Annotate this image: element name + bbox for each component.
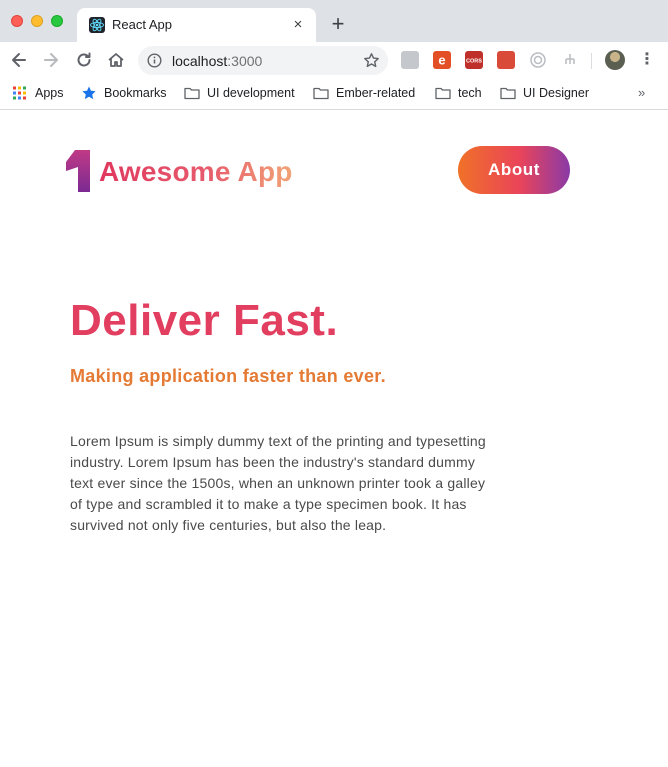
react-favicon-icon (89, 17, 105, 33)
folder-icon (184, 86, 200, 100)
apps-grid-icon (12, 86, 28, 100)
extension-tree-icon[interactable] (561, 51, 579, 69)
minimize-window-button[interactable] (31, 15, 43, 27)
forward-arrow-icon[interactable] (41, 50, 61, 70)
url-port: :3000 (227, 53, 263, 69)
bookmark-label: tech (458, 86, 482, 100)
site-info-icon[interactable] (147, 53, 162, 68)
new-tab-button[interactable]: + (328, 13, 348, 35)
close-window-button[interactable] (11, 15, 23, 27)
tab-close-icon[interactable]: × (290, 17, 306, 33)
bookmark-label: UI Designer (523, 86, 589, 100)
hero-body-text: Lorem Ipsum is simply dummy text of the … (70, 433, 486, 533)
bookmark-label: Bookmarks (104, 86, 167, 100)
bookmark-ui-designer[interactable]: UI Designer (500, 84, 589, 102)
app-logo-text[interactable]: Awesome App (99, 156, 293, 188)
bookmark-ember-related[interactable]: Ember-related (313, 84, 415, 102)
extension-cors-icon[interactable]: CORS (465, 51, 483, 69)
tab-title: React App (112, 17, 172, 32)
svg-text:e: e (438, 53, 445, 68)
reload-icon[interactable] (74, 50, 94, 70)
folder-icon (313, 86, 329, 100)
browser-tab[interactable]: React App × (77, 8, 316, 42)
bookmark-ui-development[interactable]: UI development (184, 84, 295, 102)
browser-tab-strip: React App × + (0, 0, 668, 42)
bookmark-label: Ember-related (336, 86, 416, 100)
folder-icon (435, 86, 451, 100)
address-bar[interactable]: localhost:3000 (138, 46, 388, 75)
back-arrow-icon[interactable] (9, 50, 29, 70)
extension-chat-icon[interactable] (401, 51, 419, 69)
bookmark-star-icon[interactable] (363, 52, 380, 69)
toolbar-divider (591, 53, 592, 69)
bookmark-apps[interactable]: Apps (12, 84, 64, 102)
extension-e-icon[interactable]: e (433, 51, 451, 69)
bookmark-label: UI development (207, 86, 295, 100)
browser-menu-icon[interactable]: ⋮ (638, 51, 656, 69)
profile-avatar[interactable] (605, 50, 625, 70)
hero-subtitle: Making application faster than ever. (70, 366, 386, 386)
more-bookmarks-icon[interactable]: » (638, 85, 645, 100)
bookmark-tech[interactable]: tech (435, 84, 482, 102)
url-host: localhost (172, 53, 228, 69)
extension-picker-icon[interactable] (497, 51, 515, 69)
extension-target-icon[interactable] (529, 51, 547, 69)
logo-icon[interactable] (66, 150, 91, 192)
home-icon[interactable] (106, 50, 126, 70)
maximize-window-button[interactable] (51, 15, 63, 27)
about-button[interactable]: About (458, 146, 570, 194)
bookmark-label: Apps (35, 86, 64, 100)
hero-title: Deliver Fast. (70, 296, 339, 345)
bookmarks-bar: Apps Bookmarks UI development Ember-rela… (0, 78, 668, 110)
folder-icon (500, 86, 516, 100)
svg-text:CORS: CORS (466, 59, 482, 65)
url-text: localhost:3000 (172, 53, 262, 69)
bookmark-bookmarks[interactable]: Bookmarks (81, 84, 167, 102)
star-icon (81, 86, 97, 100)
browser-toolbar: localhost:3000 e CORS ⋮ (0, 42, 668, 78)
